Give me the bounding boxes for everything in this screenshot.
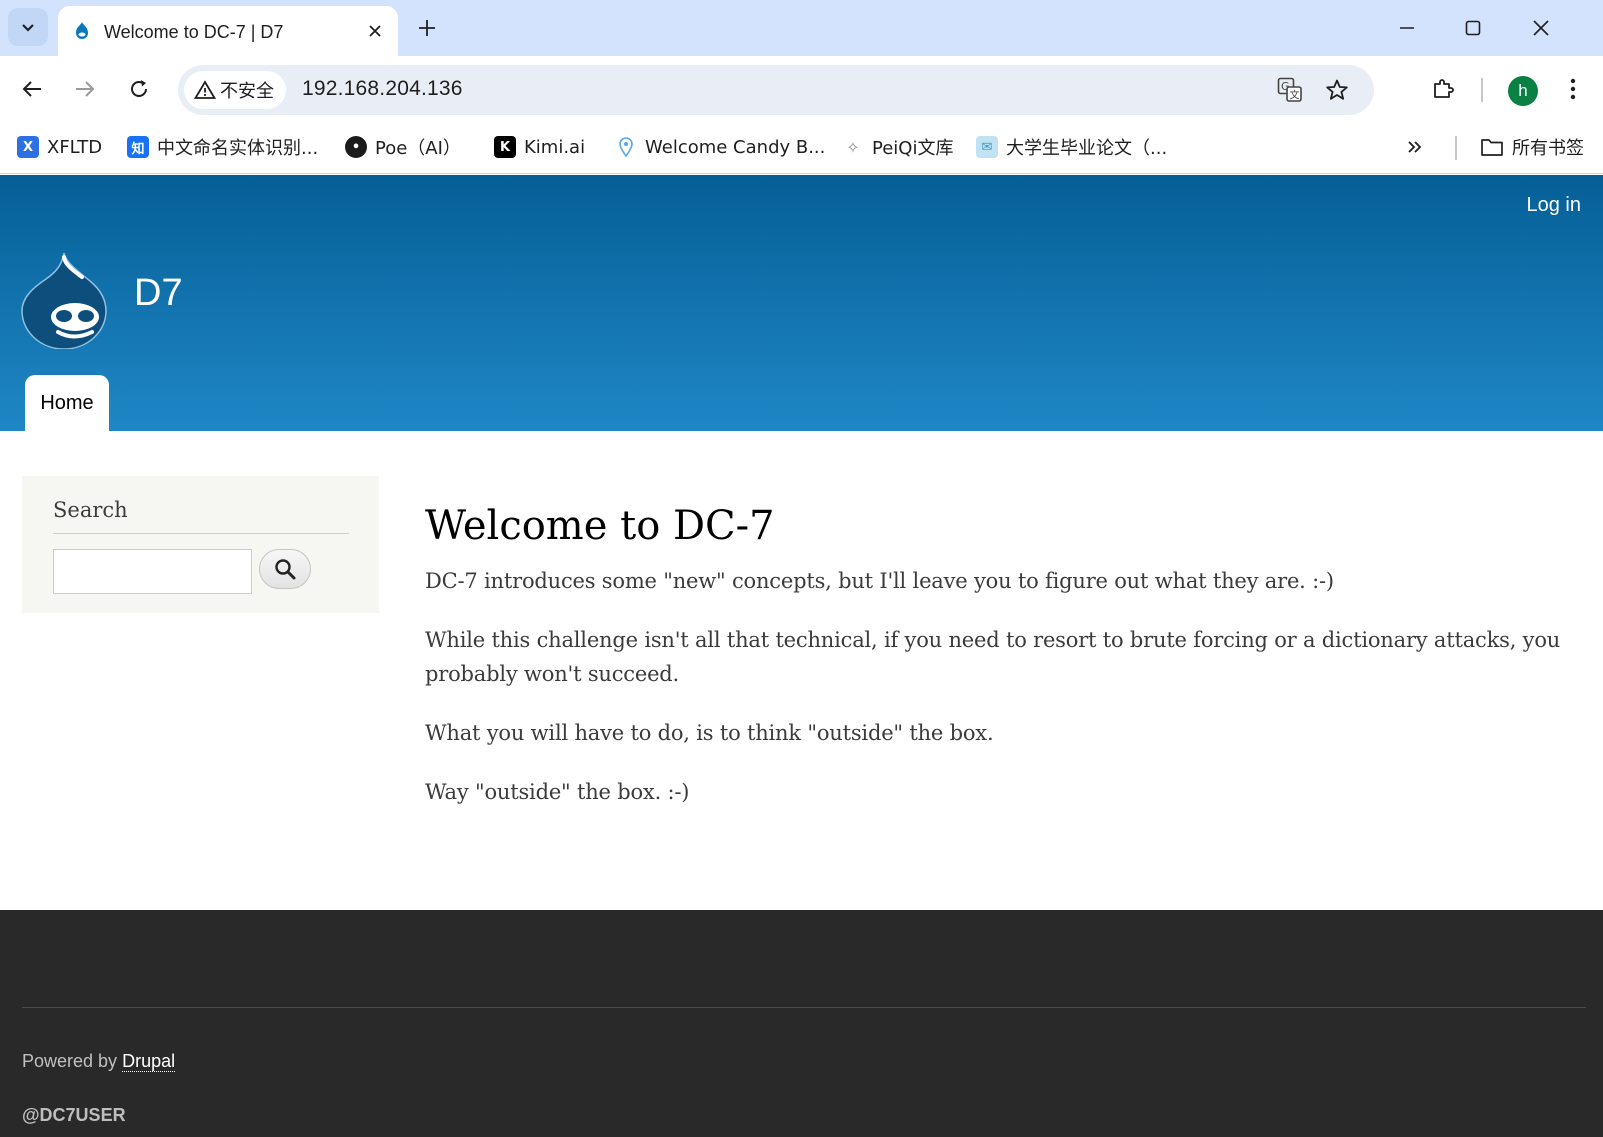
bookmark-zhihu[interactable]: 知 中文命名实体识别... (127, 134, 318, 160)
back-button[interactable] (15, 72, 49, 106)
security-indicator[interactable]: 不安全 (184, 71, 286, 109)
extensions-button[interactable] (1428, 74, 1458, 104)
content-paragraph: Way "outside" the box. :-) (425, 780, 690, 804)
folder-icon (1481, 139, 1503, 156)
minimize-button[interactable] (1382, 8, 1432, 48)
translate-icon: G文 (1277, 77, 1302, 102)
login-link[interactable]: Log in (1527, 194, 1582, 217)
bookmark-label: 中文命名实体识别... (157, 138, 319, 159)
close-icon (369, 25, 381, 37)
powered-by: Powered by Drupal (22, 1051, 176, 1072)
footer-divider (22, 1007, 1586, 1008)
chevron-down-icon (22, 24, 34, 32)
bookmark-poe[interactable]: • Poe（AI） (345, 134, 461, 160)
search-icon (275, 559, 296, 580)
bookmark-thesis[interactable]: ✉ 大学生毕业论文（... (976, 134, 1167, 160)
footer-handle: @DC7USER (22, 1105, 126, 1125)
maximize-button[interactable] (1448, 8, 1498, 48)
toolbar-divider (1481, 78, 1483, 102)
browser-toolbar: 不安全 192.168.204.136 G文 h (0, 56, 1603, 122)
browser-menu-button[interactable] (1558, 74, 1588, 104)
bookmarks-overflow-button[interactable] (1406, 134, 1424, 160)
drupal-link[interactable]: Drupal (122, 1051, 176, 1072)
arrow-right-icon (76, 81, 95, 97)
star-icon (1326, 79, 1348, 100)
reload-icon (131, 80, 147, 97)
forward-button[interactable] (68, 72, 102, 106)
address-bar[interactable]: 不安全 192.168.204.136 G文 (178, 65, 1374, 115)
bookmarks-bar: X XFLTD 知 中文命名实体识别... • Poe（AI） K Kimi.a… (0, 122, 1603, 174)
drupal-favicon-icon (76, 22, 88, 39)
bookmark-label: 大学生毕业论文（... (1006, 138, 1168, 159)
url-text[interactable]: 192.168.204.136 (302, 77, 463, 101)
poe-icon: • (345, 136, 367, 158)
peiqi-icon: ✧ (846, 137, 860, 157)
tab-title: Welcome to DC-7 | D7 (104, 22, 284, 42)
site-name[interactable]: D7 (134, 272, 183, 315)
more-vertical-icon (1570, 78, 1576, 100)
reload-button[interactable] (122, 72, 156, 106)
bookmark-label: PeiQi文库 (872, 138, 954, 159)
svg-text:文: 文 (1290, 89, 1300, 102)
puzzle-icon (1434, 79, 1454, 98)
security-label: 不安全 (220, 81, 274, 102)
tab-search-button[interactable] (8, 8, 48, 46)
search-block-title: Search (53, 498, 128, 522)
bookmark-star-button[interactable] (1323, 76, 1351, 104)
search-input[interactable] (53, 549, 252, 594)
site-header: Log in D7 Home (0, 175, 1603, 431)
bookmark-peiqi[interactable]: ✧ PeiQi文库 (842, 134, 953, 160)
bookmark-label: Poe（AI） (375, 138, 461, 159)
content-paragraph: What you will have to do, is to think "o… (425, 721, 994, 745)
main-content: Welcome to DC-7 DC-7 introduces some "ne… (425, 494, 1585, 834)
bookmark-label: Welcome Candy B... (645, 136, 826, 158)
close-icon (1533, 20, 1549, 36)
tab-close-button[interactable] (362, 18, 388, 44)
warning-icon (194, 80, 216, 99)
bookmark-label: XFLTD (47, 136, 103, 158)
profile-avatar[interactable]: h (1508, 76, 1538, 106)
tab-strip: Welcome to DC-7 | D7 (0, 0, 1603, 56)
maximize-icon (1465, 20, 1481, 36)
minimize-icon (1400, 27, 1414, 29)
site-footer: Powered by Drupal @DC7USER (0, 910, 1603, 1137)
bookmark-candy[interactable]: Welcome Candy B... (615, 134, 825, 160)
content-paragraph: While this challenge isn't all that tech… (425, 628, 1561, 686)
kimi-icon: K (494, 136, 516, 158)
search-block: Search (22, 476, 379, 613)
search-button[interactable] (259, 549, 311, 589)
arrow-left-icon (22, 81, 41, 97)
thesis-icon: ✉ (976, 136, 998, 158)
bookmarks-divider (1455, 136, 1457, 160)
bookmark-label: Kimi.ai (524, 136, 586, 158)
location-pin-icon (615, 136, 637, 158)
search-block-divider (53, 533, 349, 534)
page-title: Welcome to DC-7 (425, 503, 775, 549)
bookmark-xfltd[interactable]: X XFLTD (17, 134, 102, 160)
plus-icon (419, 20, 435, 36)
close-window-button[interactable] (1516, 8, 1566, 48)
zhihu-icon: 知 (127, 136, 149, 158)
nav-tab-home[interactable]: Home (25, 375, 109, 431)
content-paragraph: DC-7 introduces some "new" concepts, but… (425, 569, 1334, 593)
all-bookmarks-label: 所有书签 (1512, 138, 1584, 159)
drupal-logo-icon[interactable] (20, 249, 108, 349)
xfltd-icon: X (17, 136, 39, 158)
chevron-double-right-icon (1408, 141, 1422, 153)
browser-tab-active[interactable]: Welcome to DC-7 | D7 (58, 6, 398, 56)
powered-by-prefix: Powered by (22, 1051, 118, 1071)
all-bookmarks-button[interactable]: 所有书签 (1480, 134, 1584, 160)
bookmark-kimi[interactable]: K Kimi.ai (494, 134, 585, 160)
new-tab-button[interactable] (412, 13, 442, 43)
translate-button[interactable]: G文 (1276, 76, 1304, 104)
